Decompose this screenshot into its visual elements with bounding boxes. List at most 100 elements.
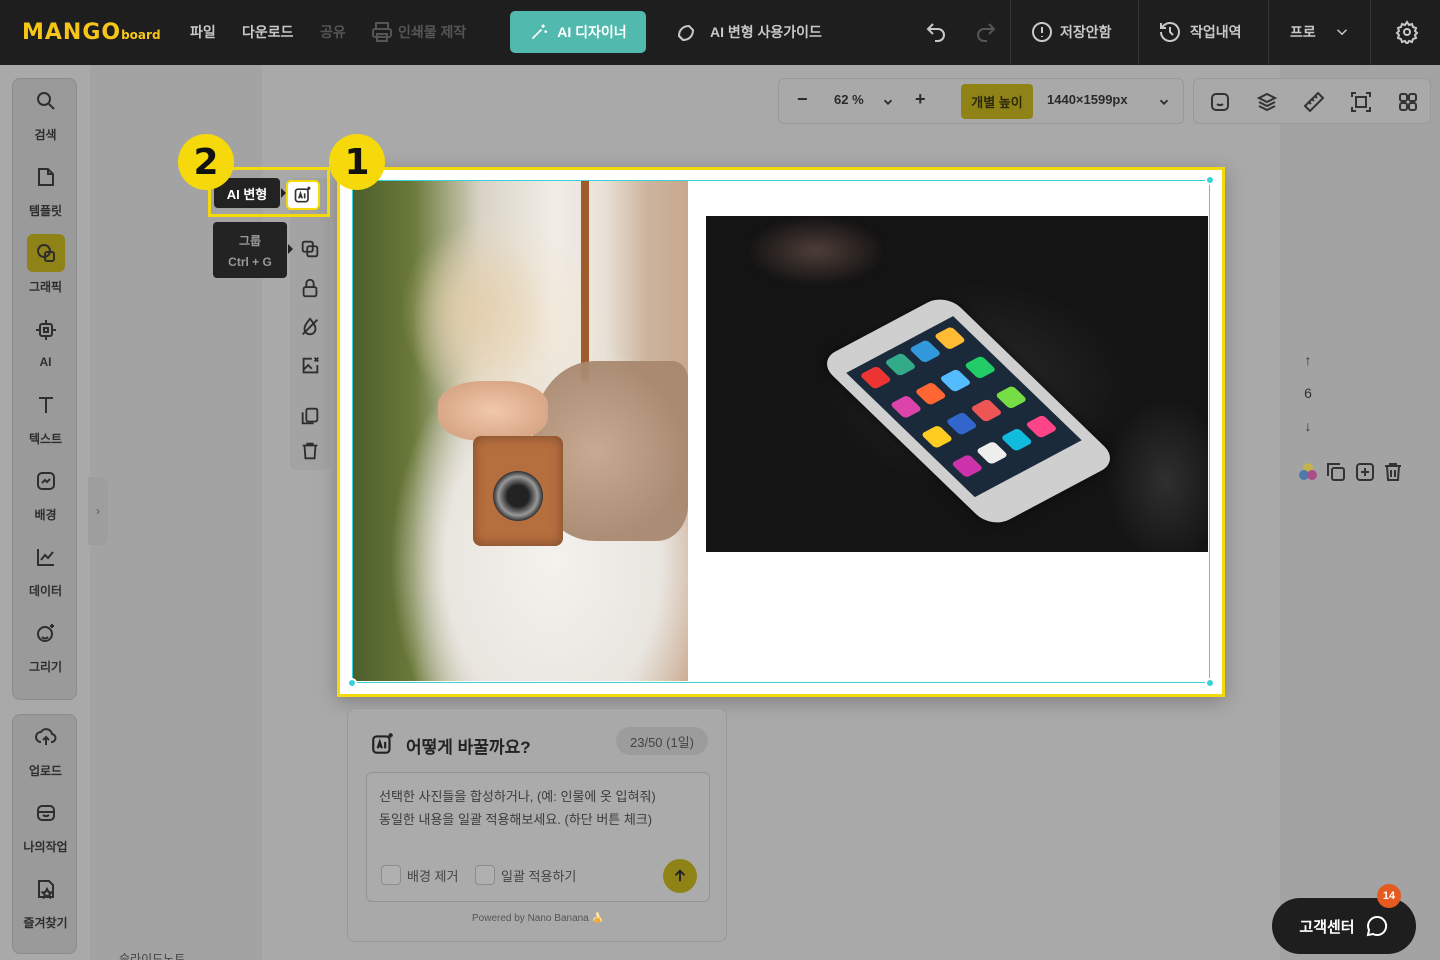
duplicate-icon[interactable] [299,405,321,427]
zoom-toolbar: − 62 % + 개별 높이 1440×1599px [778,78,1184,124]
opacity-icon[interactable] [299,316,321,338]
divider [1010,0,1011,65]
page-actions [1296,460,1405,506]
remove-bg-checkbox[interactable]: 배경 제거 [381,865,458,885]
element-toolbar [290,178,330,470]
sidebar-item-search[interactable]: 검색 [13,79,78,145]
undo-icon[interactable] [924,20,948,44]
group-tooltip: 그룹 Ctrl + G [213,222,293,278]
sidebar-item-my-work[interactable]: 나의작업 [13,791,78,857]
printer-icon [372,22,392,42]
notification-badge: 14 [1377,884,1401,908]
folder-smile-icon [36,804,55,821]
powered-by: Powered by Nano Banana 🍌 [472,913,604,924]
sidebar-item-upload[interactable]: 업로드 [13,715,78,781]
menu-print[interactable]: 인쇄물 제작 [398,22,466,42]
resize-handle-bottom-left[interactable] [347,678,357,688]
right-panel [1280,65,1440,960]
grid-icon[interactable] [1396,90,1420,114]
favorite-icon [37,879,54,899]
left-sidebar-bottom: 업로드 나의작업 즐겨찾기 [12,714,77,954]
redo-icon[interactable] [974,20,998,44]
left-sidebar: 검색 템플릿 그래픽 AI 텍스트 배경 데이터 그리기 [12,78,77,700]
view-toolbar [1193,78,1431,124]
page-down-button[interactable]: ↓ [1296,409,1320,442]
customer-center-label: 고객센터 [1299,918,1355,936]
prompt-input[interactable]: 선택한 사진들을 합성하거나, (예: 인물에 옷 입혀줘) 동일한 내용을 일… [366,772,710,902]
sidebar-item-draw[interactable]: 그리기 [13,611,78,677]
step-badge-2: 2 [178,134,234,190]
trash-icon[interactable] [299,440,321,462]
trash-icon[interactable] [1381,460,1405,484]
resize-handle-top-right[interactable] [1205,175,1215,185]
sidebar-item-data[interactable]: 데이터 [13,535,78,601]
sidebar-item-templates[interactable]: 템플릿 [13,155,78,221]
search-icon [36,91,55,110]
step-badge-1: 1 [329,134,385,190]
sidebar-item-label: 검색 [34,127,57,142]
height-mode-badge[interactable]: 개별 높이 [961,84,1033,119]
slide-note-tab[interactable]: 슬라이드노트 [97,940,245,960]
sidebar-item-favorites[interactable]: 즐겨찾기 [13,867,78,933]
alert-icon [1032,22,1052,42]
chevron-down-icon[interactable] [881,95,895,109]
lock-icon[interactable] [299,277,321,299]
add-page-icon[interactable] [1353,460,1377,484]
panel-title: 어떻게 바꿀까요? [406,738,531,757]
ruler-icon[interactable] [1302,90,1326,114]
sidebar-item-label: 그리기 [28,659,63,674]
history-button[interactable]: 작업내역 [1190,22,1242,42]
gear-icon[interactable] [1395,20,1419,44]
draw-icon [36,623,54,642]
ai-transform-button[interactable] [286,180,320,210]
batch-apply-checkbox[interactable]: 일괄 적용하기 [475,865,576,885]
sidebar-item-background[interactable]: 배경 [13,459,78,525]
menu-download[interactable]: 다운로드 [242,22,294,42]
ai-designer-button[interactable]: AI 디자이너 [510,11,646,53]
ai-chip-icon [35,320,56,340]
logo[interactable]: MANGOboard [22,20,161,45]
chevron-down-icon[interactable] [1157,95,1171,109]
save-status[interactable]: 저장안함 [1060,22,1112,42]
canvas-size[interactable]: 1440×1599px [1047,92,1128,107]
text-icon [38,396,53,413]
zoom-value[interactable]: 62 % [834,92,864,107]
background-icon [36,471,55,490]
menu-share[interactable]: 공유 [320,22,346,42]
sidebar-item-label: 템플릿 [28,203,63,218]
fit-screen-icon[interactable] [1349,90,1373,114]
sidebar-item-ai[interactable]: AI [13,307,78,373]
sidebar-collapse-toggle[interactable]: › [88,477,108,545]
page-number: 6 [1304,384,1312,401]
zoom-out-button[interactable]: − [797,89,808,110]
group-icon[interactable] [299,238,321,260]
sidebar-item-text[interactable]: 텍스트 [13,383,78,449]
resize-handle-bottom-right[interactable] [1205,678,1215,688]
sidebar-item-label: 데이터 [28,583,63,598]
remove-image-icon[interactable] [299,355,321,377]
ai-sparkle-icon [372,733,393,754]
ai-guide-link[interactable]: AI 변형 사용가이드 [710,22,822,42]
design-page[interactable] [337,167,1225,697]
layers-icon[interactable] [1255,90,1279,114]
menu-file[interactable]: 파일 [190,22,216,42]
color-palette-icon[interactable] [1296,460,1320,484]
top-bar: MANGOboard 파일 다운로드 공유 인쇄물 제작 AI 디자이너 AI … [0,0,1440,65]
group-tooltip-label: 그룹 [238,233,262,248]
arrow-up-icon [674,869,686,882]
magic-wand-icon [532,24,548,40]
sticker-icon[interactable] [1208,90,1232,114]
send-button[interactable] [663,859,697,893]
ai-guide-icon [677,24,695,42]
divider [1138,0,1139,65]
page-up-button[interactable]: ↑ [1296,343,1320,376]
plan-dropdown[interactable]: 프로 [1290,22,1316,42]
sidebar-item-label: 나의작업 [23,839,68,854]
divider [1268,0,1269,65]
sidebar-item-label: AI [39,355,52,369]
sidebar-item-label: 텍스트 [28,431,63,446]
zoom-in-button[interactable]: + [915,89,926,110]
copy-page-icon[interactable] [1324,460,1348,484]
graphics-icon [36,243,55,262]
sidebar-item-graphics[interactable]: 그래픽 [13,231,78,297]
